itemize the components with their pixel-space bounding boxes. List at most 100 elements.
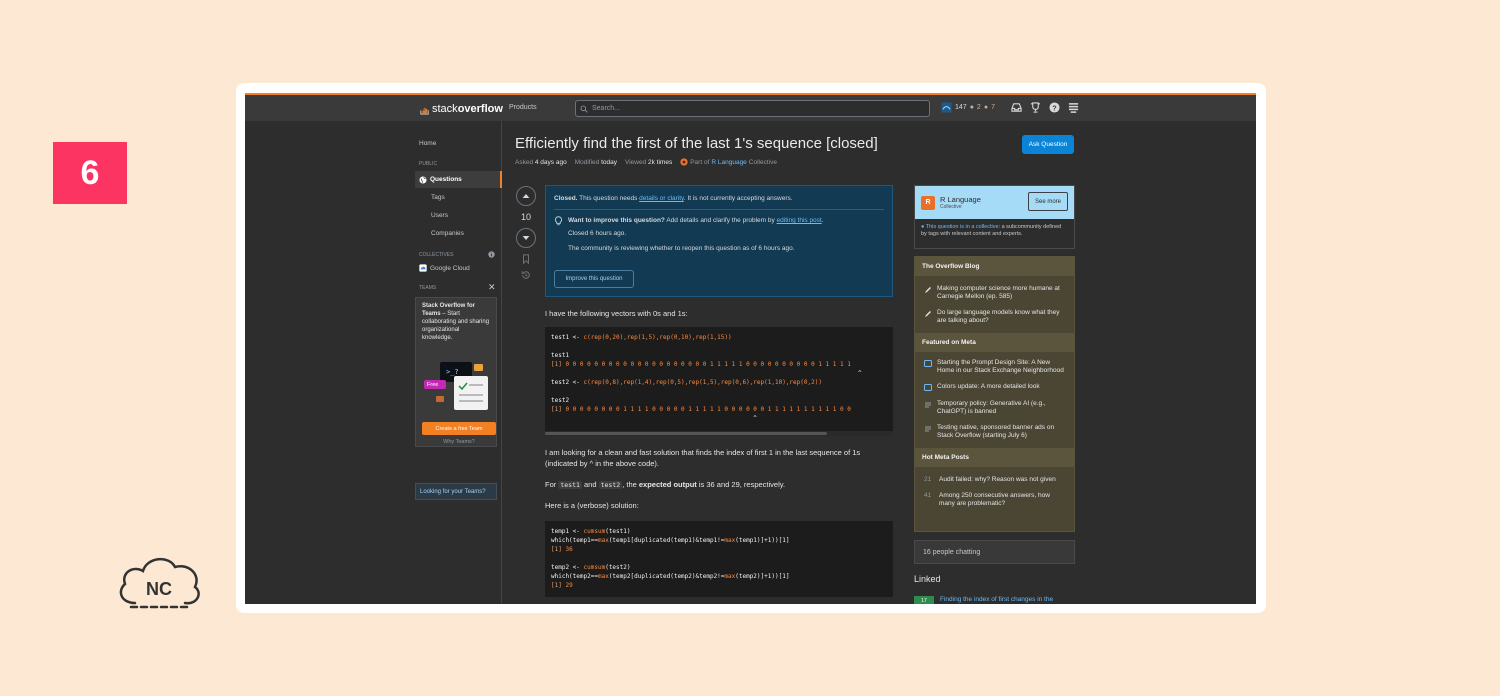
lightbulb-icon: [555, 216, 562, 226]
help-icon[interactable]: ?: [1049, 102, 1060, 113]
nav-home[interactable]: Home: [419, 140, 436, 147]
search-icon: [580, 105, 588, 113]
user-reputation[interactable]: 147 ● 2 ● 7: [941, 102, 995, 113]
silver-badge-dot: ●: [969, 104, 974, 111]
inline-code-test2: test2: [598, 481, 623, 489]
avatar-icon: [941, 102, 952, 113]
nc-logo-text: NC: [146, 579, 172, 599]
collective-sub: Collective: [940, 203, 962, 210]
stackoverflow-page: stack overflow Products Search... 147 ● 2 …: [245, 93, 1256, 604]
logo-prefix: stack: [432, 103, 458, 115]
search-input[interactable]: Search...: [575, 100, 930, 117]
meta-item[interactable]: Starting the Prompt Design Site: A New H…: [915, 352, 1074, 379]
top-bar-icons: 147 ● 2 ● 7 ?: [941, 102, 1079, 113]
chat-widget[interactable]: 16 people chatting: [914, 540, 1075, 564]
left-sidebar: Home PUBLIC Questions Tags Users Compani…: [415, 121, 502, 604]
inline-code-test1: test1: [558, 481, 582, 489]
bronze-badge-dot: ●: [983, 104, 989, 111]
inbox-icon[interactable]: [1011, 102, 1022, 113]
linked-score: 17: [914, 596, 934, 604]
info-icon: ●: [921, 224, 925, 230]
body-paragraph-1: I have the following vectors with 0s and…: [545, 309, 688, 318]
logo-suffix: overflow: [457, 103, 503, 115]
downvote-arrow-icon: [522, 236, 530, 240]
collective-icon: [680, 158, 688, 166]
collective-header: R R Language Collective See more: [915, 186, 1074, 219]
site-switcher-icon[interactable]: [1068, 102, 1079, 113]
nav-section-collectives: COLLECTIVES: [419, 252, 454, 258]
meta-item[interactable]: Testing native, sponsored banner ads on …: [915, 420, 1074, 444]
linked-question[interactable]: 17 Finding the index of first changes in…: [914, 596, 1053, 604]
body-paragraph-4: Here is a (verbose) solution:: [545, 501, 639, 510]
step-badge: 6: [53, 142, 127, 204]
answer-count: 21: [924, 476, 932, 483]
teams-promo: Stack Overflow for Teams – Start collabo…: [415, 297, 497, 447]
silver-badge-count: 2: [976, 104, 981, 111]
viewed-info: Viewed 2k times: [625, 158, 673, 166]
nav-section-public: PUBLIC: [419, 161, 438, 167]
vote-count: 10: [520, 212, 531, 222]
top-bar: stack overflow Products Search... 147 ● 2 …: [245, 93, 1256, 121]
teams-close-icon[interactable]: ✕: [488, 282, 496, 293]
asked-info: Asked 4 days ago: [515, 158, 567, 166]
hot-meta-item[interactable]: 41 Among 250 consecutive answers, how man…: [915, 488, 1074, 512]
overflow-blog-widget: The Overflow Blog Making computer scienc…: [914, 256, 1075, 532]
improve-message: Want to improve this question? Add detai…: [568, 217, 824, 224]
products-menu[interactable]: Products: [509, 104, 537, 111]
collective-name[interactable]: R Language: [940, 195, 981, 204]
improve-section: Want to improve this question? Add detai…: [554, 209, 884, 253]
achievements-trophy-icon[interactable]: [1030, 102, 1041, 113]
stack-exchange-icon: [925, 426, 931, 432]
stack-exchange-icon: [925, 402, 931, 408]
search-placeholder: Search...: [592, 105, 621, 112]
nav-users[interactable]: Users: [431, 212, 448, 219]
ask-question-button[interactable]: Ask Question: [1022, 135, 1074, 154]
details-clarity-link[interactable]: details or clarity: [639, 195, 684, 202]
google-cloud-label: Google Cloud: [430, 264, 470, 272]
nav-section-teams: TEAMS: [419, 285, 437, 291]
improve-question-button[interactable]: Improve this question: [554, 270, 634, 288]
code-horizontal-scrollbar[interactable]: [545, 431, 893, 436]
meta-item[interactable]: Colors update: A more detailed look: [915, 379, 1074, 396]
history-icon[interactable]: [521, 270, 531, 280]
nav-questions[interactable]: Questions: [415, 171, 502, 188]
code-block-solution: temp1 <- cumsum(test1) which(temp1==max(…: [545, 521, 893, 597]
collectives-info-icon[interactable]: [488, 251, 495, 258]
why-teams-link[interactable]: Why Teams?: [422, 438, 496, 446]
linked-heading: Linked: [914, 574, 941, 584]
closed-ago: Closed 6 hours ago.: [568, 230, 627, 237]
answer-count: 41: [924, 492, 932, 499]
question-title[interactable]: Efficiently find the first of the last 1…: [515, 135, 878, 152]
hot-meta-heading: Hot Meta Posts: [915, 448, 1074, 467]
see-more-button[interactable]: See more: [1028, 192, 1068, 211]
vote-cell: 10: [515, 186, 537, 280]
hot-meta-item[interactable]: 21 Audit failed: why? Reason was not give…: [915, 467, 1074, 488]
featured-meta-heading: Featured on Meta: [915, 333, 1074, 352]
overflow-blog-heading: The Overflow Blog: [915, 257, 1074, 276]
nc-cloud-logo: NC: [119, 558, 200, 609]
reputation-count: 147: [955, 104, 967, 111]
linked-title[interactable]: Finding the index of first changes in th…: [940, 596, 1053, 603]
downvote-button[interactable]: [516, 228, 536, 248]
looking-for-teams-link[interactable]: Looking for your Teams?: [415, 483, 497, 500]
code-block-vectors: test1 <- c(rep(0,20),rep(1,5),rep(0,10),…: [545, 327, 893, 436]
bookmark-icon[interactable]: [521, 254, 531, 264]
stackoverflow-logo[interactable]: stack overflow: [419, 100, 503, 118]
upvote-button[interactable]: [516, 186, 536, 206]
create-team-button[interactable]: Create a free Team: [422, 422, 496, 435]
collective-link[interactable]: R Language: [711, 159, 746, 166]
pencil-icon: [925, 311, 931, 317]
nav-tags[interactable]: Tags: [431, 194, 445, 201]
blog-item[interactable]: Do large language models know what they …: [915, 305, 1074, 329]
editing-post-link[interactable]: editing this post: [777, 217, 822, 224]
blog-item[interactable]: Making computer science more humane at C…: [915, 276, 1074, 305]
svg-text:>_?: >_?: [446, 368, 459, 376]
nav-companies[interactable]: Companies: [431, 230, 464, 237]
pencil-icon: [925, 287, 931, 293]
meta-chat-icon: [924, 360, 932, 367]
meta-item[interactable]: Temporary policy: Generative AI (e.g., C…: [915, 396, 1074, 420]
reopen-review-text: The community is reviewing whether to re…: [568, 245, 795, 252]
nav-google-cloud[interactable]: Google Cloud: [419, 264, 470, 272]
meta-chat-icon: [924, 384, 932, 391]
collective-desc-link[interactable]: This question is in a collective: [926, 224, 999, 230]
